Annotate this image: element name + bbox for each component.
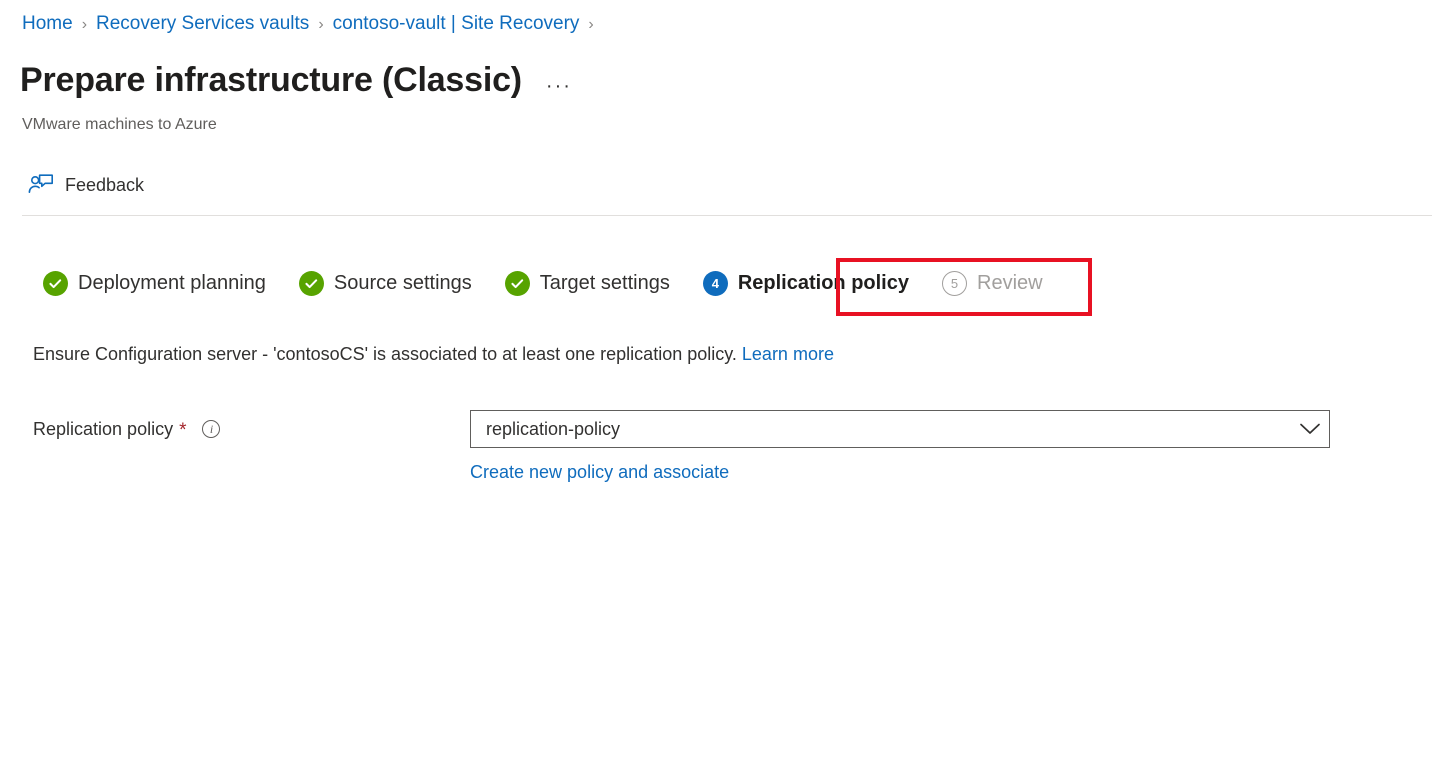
create-new-policy-link[interactable]: Create new policy and associate bbox=[470, 460, 729, 484]
step-description-text: Ensure Configuration server - 'contosoCS… bbox=[33, 344, 742, 364]
breadcrumb-item-recovery-services-vaults[interactable]: Recovery Services vaults bbox=[96, 12, 309, 36]
feedback-button[interactable]: Feedback bbox=[22, 168, 152, 202]
wizard-step-label: Deployment planning bbox=[78, 272, 266, 294]
ellipsis-icon[interactable]: ··· bbox=[544, 71, 574, 101]
breadcrumb: Home › Recovery Services vaults › contos… bbox=[22, 12, 603, 36]
ellipsis-glyph: ··· bbox=[545, 75, 572, 97]
wizard-step-tabs: Deployment planning Source settings Targ… bbox=[33, 262, 1066, 304]
breadcrumb-item-contoso-vault-site-recovery[interactable]: contoso-vault | Site Recovery bbox=[333, 12, 580, 36]
wizard-step-review: 5 Review bbox=[932, 262, 1053, 304]
wizard-step-label: Replication policy bbox=[737, 272, 909, 294]
command-bar: Feedback bbox=[22, 168, 152, 202]
replication-policy-control-group: replication-policy Create new policy and… bbox=[470, 410, 1330, 484]
required-asterisk: * bbox=[179, 420, 187, 441]
wizard-step-deployment-planning[interactable]: Deployment planning bbox=[33, 262, 276, 304]
number-circle-icon: 5 bbox=[942, 270, 967, 296]
replication-policy-dropdown[interactable]: replication-policy bbox=[470, 410, 1330, 448]
check-circle-icon bbox=[504, 270, 530, 296]
replication-policy-label-group: Replication policy * i bbox=[33, 410, 470, 448]
step-description: Ensure Configuration server - 'contosoCS… bbox=[33, 342, 834, 367]
info-icon[interactable]: i bbox=[202, 420, 221, 438]
feedback-person-speech-bubble-icon bbox=[28, 173, 54, 197]
feedback-button-label: Feedback bbox=[65, 175, 145, 195]
wizard-step-replication-policy[interactable]: 4 Replication policy bbox=[693, 262, 919, 304]
command-bar-divider bbox=[22, 215, 1432, 216]
page-subtitle: VMware machines to Azure bbox=[22, 116, 217, 133]
replication-policy-selected-value: replication-policy bbox=[486, 419, 621, 439]
breadcrumb-separator-icon: › bbox=[318, 16, 324, 33]
check-circle-icon bbox=[298, 270, 324, 296]
wizard-step-label: Review bbox=[977, 272, 1043, 294]
breadcrumb-item-home[interactable]: Home bbox=[22, 12, 73, 36]
wizard-step-label: Source settings bbox=[333, 272, 472, 294]
wizard-step-target-settings[interactable]: Target settings bbox=[495, 262, 680, 304]
wizard-step-source-settings[interactable]: Source settings bbox=[289, 262, 482, 304]
replication-policy-form-row: Replication policy * i replication-polic… bbox=[33, 410, 1330, 484]
breadcrumb-separator-icon: › bbox=[81, 16, 88, 33]
chevron-down-icon[interactable] bbox=[1291, 422, 1329, 436]
breadcrumb-separator-icon: › bbox=[588, 16, 594, 33]
page-title: Prepare infrastructure (Classic) bbox=[20, 61, 522, 99]
replication-policy-label: Replication policy bbox=[33, 419, 174, 439]
page-title-row: Prepare infrastructure (Classic) ··· bbox=[20, 58, 574, 102]
wizard-step-label: Target settings bbox=[539, 272, 670, 294]
check-circle-icon bbox=[43, 270, 68, 296]
number-circle-icon: 4 bbox=[702, 270, 728, 296]
learn-more-link[interactable]: Learn more bbox=[742, 344, 834, 364]
